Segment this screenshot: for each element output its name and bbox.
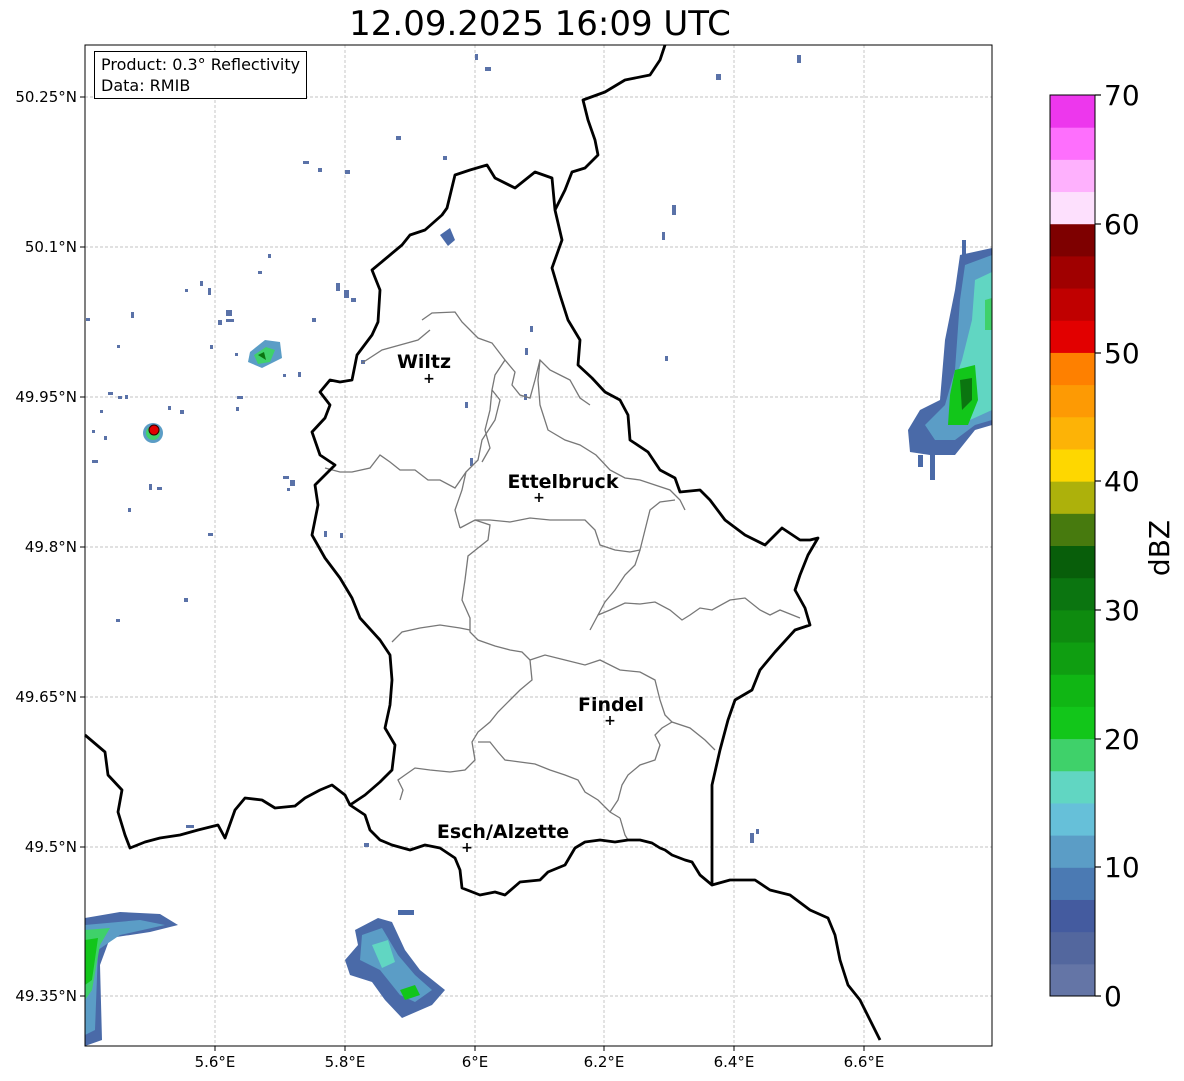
colorbar-segment: [1050, 191, 1095, 225]
colorbar-tick-label: 50: [1104, 337, 1140, 370]
product-text: Product: 0.3° Reflectivity: [101, 55, 301, 74]
colorbar-segment: [1050, 642, 1095, 675]
lon-tick-label: 6.2°E: [584, 1053, 625, 1071]
lon-tick-label: 5.6°E: [195, 1053, 236, 1071]
lat-tick-label: 50.1°N: [25, 238, 77, 256]
colorbar-segment: [1050, 223, 1095, 257]
colorbar-segment: [1050, 899, 1095, 933]
city-label: Esch/Alzette: [437, 821, 569, 843]
colorbar-segment: [1050, 513, 1095, 546]
colorbar-segment: [1050, 802, 1095, 836]
colorbar-segment: [1050, 95, 1095, 128]
colorbar-segment: [1050, 931, 1095, 965]
colorbar-ticks: [1095, 94, 1101, 997]
lat-tick-label: 49.65°N: [15, 688, 77, 706]
colorbar-segment: [1050, 255, 1095, 289]
radar-site-marker: [148, 424, 160, 436]
colorbar-tick-label: 10: [1104, 851, 1140, 884]
lat-tick-label: 49.35°N: [15, 987, 77, 1005]
colorbar-tick-label: 20: [1104, 723, 1140, 756]
colorbar-tick-label: 40: [1104, 465, 1140, 498]
lon-tick-labels: 5.6°E 5.8°E 6°E 6.2°E 6.4°E 6.6°E: [195, 1053, 885, 1071]
colorbar-segment: [1050, 416, 1095, 450]
colorbar-segment: [1050, 770, 1095, 804]
lon-tick-label: 6°E: [462, 1053, 489, 1071]
colorbar-segment: [1050, 320, 1095, 353]
city-marker: +: [604, 713, 616, 729]
colorbar-label: dBZ: [1143, 520, 1176, 576]
colorbar-segment: [1050, 835, 1095, 868]
colorbar-tick-label: 0: [1104, 980, 1122, 1013]
lon-tick-label: 6.6°E: [844, 1053, 885, 1071]
city-label: Ettelbruck: [508, 471, 619, 493]
colorbar-segment: [1050, 545, 1095, 579]
colorbar-segments: [1050, 95, 1095, 997]
city-label: Wiltz: [397, 351, 451, 373]
colorbar-segment: [1050, 288, 1095, 321]
lon-tick-label: 6.4°E: [714, 1053, 755, 1071]
colorbar-tick-label: 60: [1104, 208, 1140, 241]
colorbar-segment: [1050, 127, 1095, 160]
colorbar-segment: [1050, 384, 1095, 418]
lat-tick-labels: 50.25°N 50.1°N 49.95°N 49.8°N 49.65°N 49…: [15, 88, 77, 1005]
lat-tick-label: 49.8°N: [25, 538, 77, 556]
colorbar: 0 10 20 30 40 50 60 70 dBZ: [1049, 79, 1176, 1013]
colorbar-segment: [1050, 577, 1095, 611]
colorbar-segment: [1050, 159, 1095, 193]
lat-tick-label: 50.25°N: [15, 88, 77, 106]
data-source-text: Data: RMIB: [101, 76, 191, 95]
colorbar-segment: [1050, 352, 1095, 386]
city-marker: +: [533, 490, 545, 506]
lat-tick-label: 49.95°N: [15, 388, 77, 406]
city-marker: +: [461, 840, 473, 856]
radar-map: 5.6°E 5.8°E 6°E 6.2°E 6.4°E 6.6°E 50.25°…: [15, 44, 1176, 1071]
colorbar-segment: [1050, 867, 1095, 900]
info-box: Product: 0.3° Reflectivity Data: RMIB: [94, 51, 308, 99]
colorbar-segment: [1050, 963, 1095, 997]
colorbar-segment: [1050, 738, 1095, 772]
lat-tick-label: 49.5°N: [25, 838, 77, 856]
colorbar-segment: [1050, 448, 1095, 482]
colorbar-segment: [1050, 481, 1095, 514]
colorbar-segment: [1050, 609, 1095, 643]
city-marker: +: [423, 371, 435, 387]
colorbar-tick-label: 30: [1104, 594, 1140, 627]
colorbar-tick-label: 70: [1104, 79, 1140, 112]
colorbar-segment: [1050, 674, 1095, 707]
map-background: [85, 45, 992, 1046]
colorbar-segment: [1050, 706, 1095, 740]
lon-tick-label: 5.8°E: [325, 1053, 366, 1071]
